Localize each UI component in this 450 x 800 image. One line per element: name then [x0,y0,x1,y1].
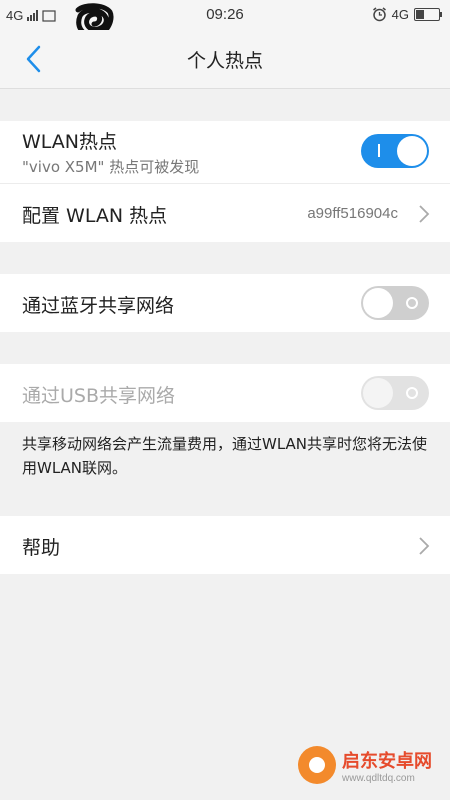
wlan-hotspot-row[interactable]: WLAN热点 "vivo X5M" 热点可被发现 [0,121,450,183]
watermark: 启东安卓网 www.qdltdq.com [298,746,432,784]
configure-wlan-value: a99ff516904c [307,205,398,222]
data-usage-note: 共享移动网络会产生流量费用，通过WLAN共享时您将无法使用WLAN联网。 [22,435,428,477]
configure-wlan-label: 配置 WLAN 热点 [22,205,168,227]
battery-icon [414,8,442,21]
network-type-right: 4G [391,7,409,22]
bluetooth-tether-row[interactable]: 通过蓝牙共享网络 [0,274,450,332]
wlan-section: WLAN热点 "vivo X5M" 热点可被发现 配置 WLAN 热点 a99f… [0,121,450,242]
configure-wlan-hotspot-row[interactable]: 配置 WLAN 热点 a99ff516904c [0,183,450,242]
help-row[interactable]: 帮助 [0,516,450,574]
page-title: 个人热点 [186,50,263,72]
chevron-right-icon [419,205,430,223]
help-section: 帮助 [0,516,450,574]
alarm-icon [372,7,386,22]
usb-tether-toggle [361,376,429,410]
usb-tether-label: 通过USB共享网络 [22,385,176,407]
bluetooth-tether-toggle[interactable] [361,286,429,320]
wlan-hotspot-toggle[interactable] [361,134,429,168]
bluetooth-section: 通过蓝牙共享网络 [0,274,450,332]
watermark-url: www.qdltdq.com [342,772,415,784]
header: 个人热点 [0,30,450,89]
help-label: 帮助 [22,537,61,559]
watermark-logo-icon [298,746,336,784]
wlan-hotspot-subtitle: "vivo X5M" 热点可被发现 [22,158,200,176]
bluetooth-tether-label: 通过蓝牙共享网络 [22,295,175,317]
wlan-hotspot-title: WLAN热点 [22,131,118,153]
usb-tether-row: 通过USB共享网络 [0,364,450,422]
usb-section: 通过USB共享网络 [0,364,450,422]
status-right: 4G [372,7,442,22]
watermark-name: 启东安卓网 [342,750,432,772]
status-bar: 4G 09:26 4G [0,0,450,39]
chevron-right-icon [419,537,430,555]
